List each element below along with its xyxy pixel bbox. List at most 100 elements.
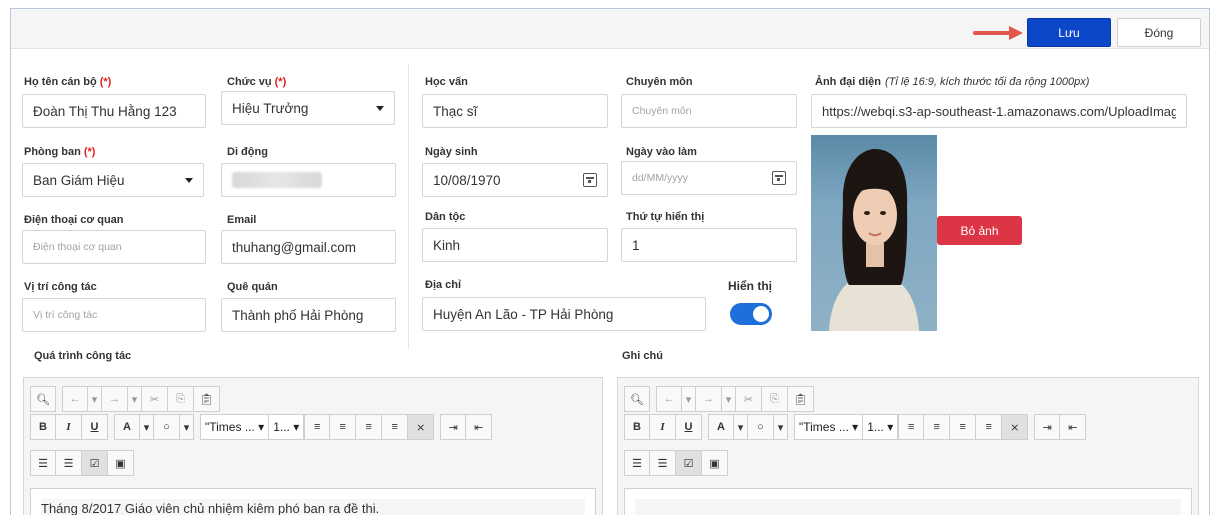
justify-icon[interactable]: ≡ [382, 414, 409, 440]
highlight-icon[interactable]: ○ [748, 414, 774, 440]
required-mark: (*) [274, 76, 287, 88]
font-color-icon[interactable]: A [708, 414, 734, 440]
cut-icon[interactable]: ✂ [142, 386, 168, 412]
select-all-icon[interactable]: ☑ [676, 450, 702, 476]
notes-content-area[interactable] [624, 488, 1192, 515]
editor-toolbar-row-3: ☰ ☰ ☑ ▣ [30, 450, 134, 476]
specialty-input[interactable]: Chuyên môn [621, 94, 797, 128]
redo-dropdown-icon[interactable]: ▾ [722, 386, 736, 412]
education-input[interactable]: Thạc sĩ [422, 94, 608, 128]
office-phone-input[interactable]: Điện thoại cơ quan [22, 230, 206, 264]
visible-label: Hiển thị [728, 279, 772, 293]
font-size-select[interactable]: 1... ▾ [863, 414, 899, 440]
position-select[interactable]: Hiệu Trưởng [221, 91, 395, 125]
full-name-label: Họ tên cán bộ (*) [24, 76, 112, 88]
align-center-icon[interactable]: ≡ [924, 414, 951, 440]
mobile-label: Di động [227, 146, 268, 158]
copy-icon[interactable]: ⎘ [762, 386, 788, 412]
font-color-dropdown-icon[interactable]: ▾ [140, 414, 154, 440]
align-right-icon[interactable]: ≡ [356, 414, 383, 440]
education-label: Học vấn [425, 76, 468, 88]
source-view-icon[interactable]: ▣ [108, 450, 134, 476]
birth-date-input[interactable]: 10/08/1970 [422, 163, 608, 197]
required-mark: (*) [83, 146, 96, 158]
department-select[interactable]: Ban Giám Hiệu [22, 163, 204, 197]
paste-icon[interactable]: 📋︎ [788, 386, 814, 412]
underline-icon[interactable]: U [82, 414, 108, 440]
mobile-input[interactable] [221, 163, 396, 197]
align-left-icon[interactable]: ≡ [304, 414, 331, 440]
source-view-icon[interactable]: ▣ [702, 450, 728, 476]
cut-icon[interactable]: ✂ [736, 386, 762, 412]
redo-icon[interactable]: → [696, 386, 722, 412]
highlight-dropdown-icon[interactable]: ▾ [774, 414, 788, 440]
specialty-label: Chuyên môn [626, 76, 693, 88]
editor-toolbar-row-2: B I U A ▾ ○ ▾ "Times ... ▾ 1... ▾ ≡ ≡ ≡ … [624, 414, 1087, 440]
indent-icon[interactable]: ⇥ [440, 414, 467, 440]
undo-dropdown-icon[interactable]: ▾ [88, 386, 102, 412]
outdent-icon[interactable]: ⇤ [1060, 414, 1087, 440]
italic-icon[interactable]: I [650, 414, 676, 440]
work-history-editor: 🔍︎ ← ▾ → ▾ ✂ ⎘ 📋︎ B I U A ▾ ○ ▾ "Times .… [23, 377, 603, 515]
editor-toolbar-row-1: 🔍︎ ← ▾ → ▾ ✂ ⎘ 📋︎ [30, 386, 220, 412]
find-icon[interactable]: 🔍︎ [30, 386, 56, 412]
font-color-icon[interactable]: A [114, 414, 140, 440]
redo-dropdown-icon[interactable]: ▾ [128, 386, 142, 412]
numbered-list-icon[interactable]: ☰ [30, 450, 56, 476]
calendar-icon[interactable] [583, 173, 597, 187]
remove-photo-button[interactable]: Bỏ ảnh [937, 216, 1022, 245]
highlight-icon[interactable]: ○ [154, 414, 180, 440]
full-name-input[interactable]: Đoàn Thị Thu Hằng 123 [22, 94, 206, 128]
font-size-select[interactable]: 1... ▾ [269, 414, 305, 440]
calendar-icon[interactable] [772, 171, 786, 185]
font-color-dropdown-icon[interactable]: ▾ [734, 414, 748, 440]
undo-dropdown-icon[interactable]: ▾ [682, 386, 696, 412]
justify-icon[interactable]: ≡ [976, 414, 1003, 440]
outdent-icon[interactable]: ⇤ [466, 414, 493, 440]
notes-label: Ghi chú [622, 350, 663, 362]
italic-icon[interactable]: I [56, 414, 82, 440]
address-input[interactable]: Huyện An Lão - TP Hải Phòng [422, 297, 706, 331]
numbered-list-icon[interactable]: ☰ [624, 450, 650, 476]
bold-icon[interactable]: B [624, 414, 650, 440]
align-center-icon[interactable]: ≡ [330, 414, 357, 440]
required-mark: (*) [99, 76, 112, 88]
copy-icon[interactable]: ⎘ [168, 386, 194, 412]
display-order-label: Thứ tự hiển thị [626, 211, 705, 223]
close-button[interactable]: Đóng [1117, 18, 1201, 47]
align-right-icon[interactable]: ≡ [950, 414, 977, 440]
avatar-url-input[interactable]: https://webqi.s3-ap-southeast-1.amazonaw… [811, 94, 1187, 128]
ethnicity-input[interactable]: Kinh [422, 228, 608, 262]
select-all-icon[interactable]: ☑ [82, 450, 108, 476]
undo-icon[interactable]: ← [656, 386, 682, 412]
undo-icon[interactable]: ← [62, 386, 88, 412]
clear-format-icon[interactable]: ⨯ [1002, 414, 1029, 440]
visible-toggle[interactable] [730, 303, 772, 325]
highlight-dropdown-icon[interactable]: ▾ [180, 414, 194, 440]
start-date-input[interactable]: dd/MM/yyyy [621, 161, 797, 195]
work-position-label: Vị trí công tác [24, 281, 97, 293]
font-name-select[interactable]: "Times ... ▾ [200, 414, 270, 440]
font-name-select[interactable]: "Times ... ▾ [794, 414, 864, 440]
paste-icon[interactable]: 📋︎ [194, 386, 220, 412]
ethnicity-label: Dân tộc [425, 211, 466, 223]
save-button[interactable]: Lưu [1027, 18, 1111, 47]
email-input[interactable]: thuhang@gmail.com [221, 230, 396, 264]
bullet-list-icon[interactable]: ☰ [650, 450, 676, 476]
address-label: Địa chỉ [425, 279, 462, 291]
column-divider [408, 64, 409, 349]
hometown-input[interactable]: Thành phố Hải Phòng [221, 298, 396, 332]
redo-icon[interactable]: → [102, 386, 128, 412]
align-left-icon[interactable]: ≡ [898, 414, 925, 440]
display-order-input[interactable]: 1 [621, 228, 797, 262]
indent-icon[interactable]: ⇥ [1034, 414, 1061, 440]
clear-format-icon[interactable]: ⨯ [408, 414, 435, 440]
editor-toolbar-row-1: 🔍︎ ← ▾ → ▾ ✂ ⎘ 📋︎ [624, 386, 814, 412]
bold-icon[interactable]: B [30, 414, 56, 440]
work-history-content-area[interactable]: Tháng 8/2017 Giáo viên chủ nhiệm kiêm ph… [30, 488, 596, 515]
bullet-list-icon[interactable]: ☰ [56, 450, 82, 476]
underline-icon[interactable]: U [676, 414, 702, 440]
find-icon[interactable]: 🔍︎ [624, 386, 650, 412]
work-position-input[interactable]: Vị trí công tác [22, 298, 206, 332]
birth-date-label: Ngày sinh [425, 146, 478, 158]
